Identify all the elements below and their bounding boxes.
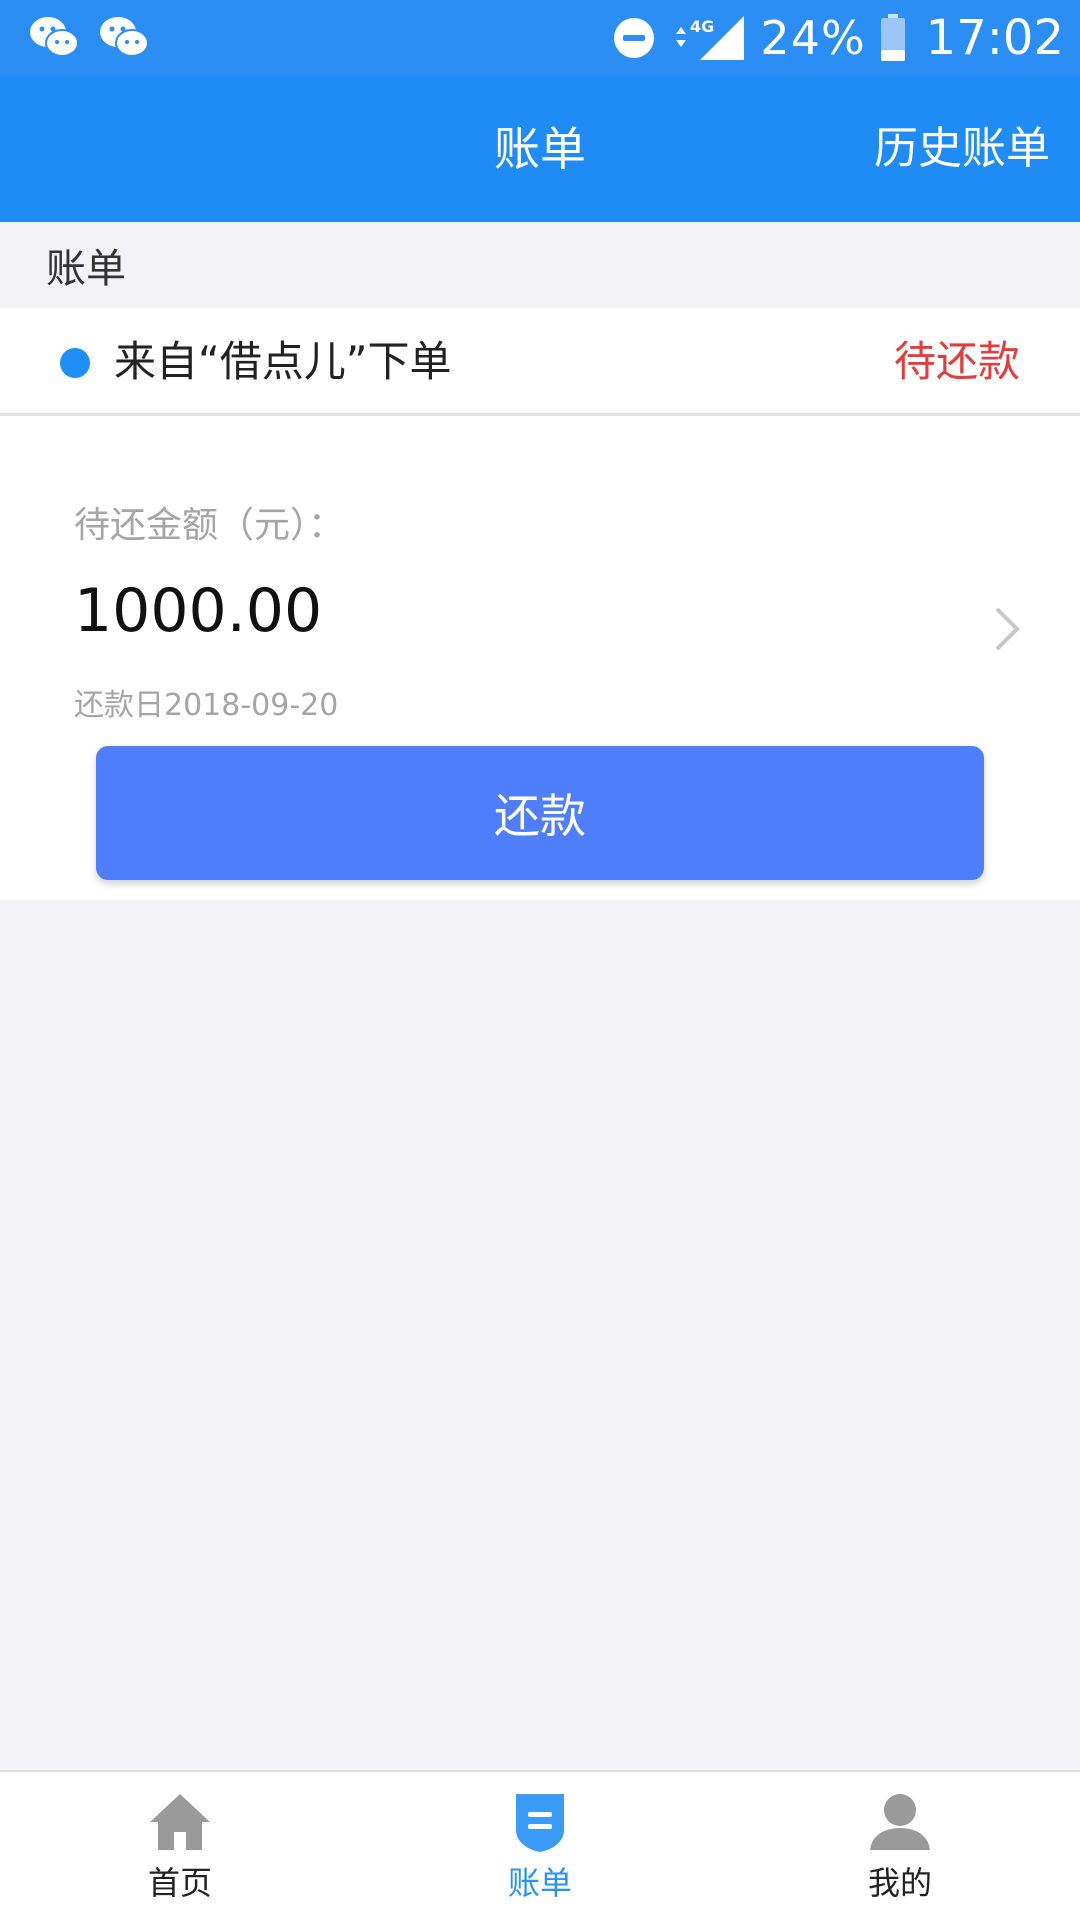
amount-value: 1000.00 xyxy=(74,576,323,646)
section-label: 账单 xyxy=(46,246,126,292)
do-not-disturb-icon xyxy=(614,18,655,58)
notification-icons xyxy=(28,14,150,60)
repay-button[interactable]: 还款 xyxy=(96,746,984,880)
wechat-icon xyxy=(30,17,79,57)
due-date: 还款日2018-09-20 xyxy=(74,688,339,723)
tab-label-home: 首页 xyxy=(147,1864,212,1902)
battery-icon xyxy=(880,14,905,61)
system-indicators: 4G 24% 17:02 xyxy=(612,6,1064,70)
tab-home[interactable]: 首页 xyxy=(0,1772,360,1920)
battery-percentage: 24% xyxy=(760,11,866,65)
history-bills-link[interactable]: 历史账单 xyxy=(874,76,1050,222)
signal-icon: 4G xyxy=(676,16,745,60)
tab-label-mine: 我的 xyxy=(867,1864,932,1902)
chevron-right-icon[interactable] xyxy=(992,604,1022,654)
clock: 17:02 xyxy=(925,10,1064,66)
bill-card[interactable]: 来自“借点儿”下单 待还款 待还金额（元）： 1000.00 还款日2018-0… xyxy=(0,308,1080,900)
bottom-tab-bar: 首页 账单 我的 xyxy=(0,1770,1080,1920)
home-icon xyxy=(150,1794,210,1850)
user-icon xyxy=(870,1794,930,1850)
wechat-icon xyxy=(100,17,149,57)
status-bar: 4G 24% 17:02 xyxy=(0,0,1080,76)
source-dot-icon xyxy=(60,348,90,378)
bill-source: 来自“借点儿”下单 xyxy=(114,337,452,386)
bill-card-header: 来自“借点儿”下单 待还款 xyxy=(0,308,1080,416)
tab-label-bill: 账单 xyxy=(507,1864,572,1902)
svg-text:4G: 4G xyxy=(690,17,714,36)
amount-label: 待还金额（元）： xyxy=(74,505,345,546)
bill-icon xyxy=(516,1794,564,1852)
tab-bill[interactable]: 账单 xyxy=(360,1772,720,1920)
bill-status: 待还款 xyxy=(893,337,1020,386)
app-header: 账单 历史账单 xyxy=(0,76,1080,222)
tab-mine[interactable]: 我的 xyxy=(720,1772,1080,1920)
